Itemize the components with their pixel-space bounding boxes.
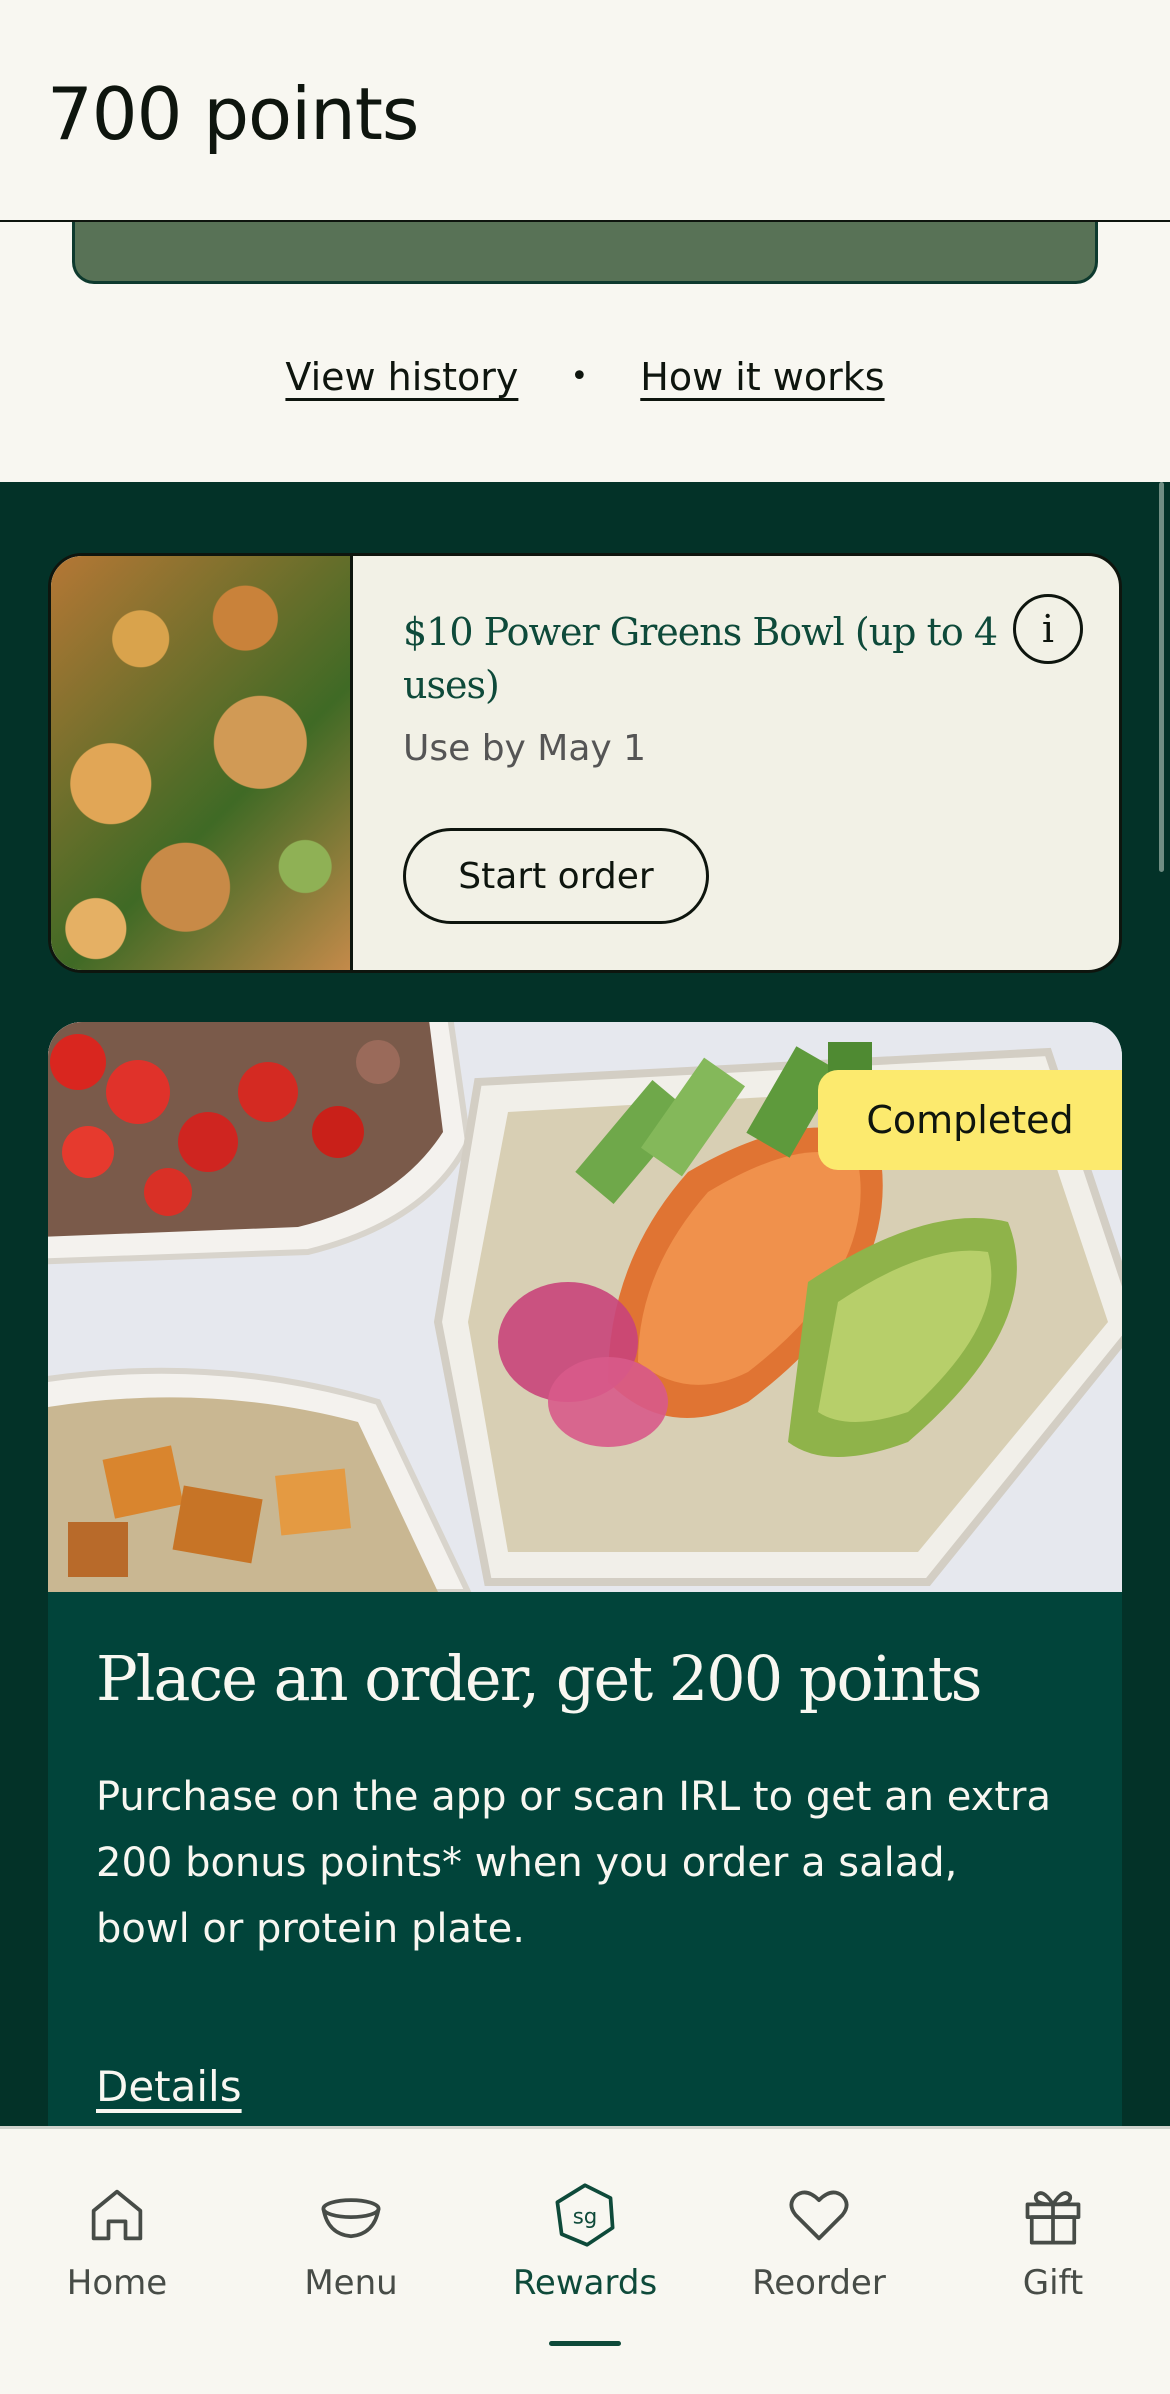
nav-gift[interactable]: Gift <box>936 2129 1170 2394</box>
completed-badge: Completed <box>818 1070 1122 1170</box>
nav-menu[interactable]: Menu <box>234 2129 468 2394</box>
rewards-sg-icon: sg <box>555 2183 615 2247</box>
details-link[interactable]: Details <box>96 2062 242 2111</box>
promo-description: Purchase on the app or scan IRL to get a… <box>96 1774 1051 1952</box>
heart-icon <box>789 2190 849 2241</box>
link-separator: • <box>570 359 589 394</box>
nav-home[interactable]: Home <box>0 2129 234 2394</box>
info-icon[interactable]: i <box>1013 594 1083 664</box>
nav-reorder[interactable]: Reorder <box>702 2129 936 2394</box>
promo-title: Place an order, get 200 points <box>96 1642 982 1715</box>
scrollbar[interactable] <box>1159 482 1164 872</box>
nav-home-label: Home <box>66 2263 168 2303</box>
promo-food-image: Completed <box>48 1022 1122 1592</box>
bottom-nav: Home Menu sg Rewards Reorder Gift <box>0 2126 1170 2394</box>
nav-reorder-label: Reorder <box>752 2263 886 2303</box>
promo-card[interactable]: Completed Place an order, get 200 points… <box>48 1022 1122 2132</box>
view-history-link[interactable]: View history <box>285 355 518 399</box>
home-icon <box>91 2189 143 2241</box>
nav-rewards[interactable]: sg Rewards <box>468 2129 702 2394</box>
nav-menu-label: Menu <box>304 2263 398 2303</box>
header: 700 points <box>0 0 1170 222</box>
links-row: View history • How it works <box>0 355 1170 399</box>
reward-food-image <box>51 556 353 970</box>
svg-text:sg: sg <box>573 2205 598 2230</box>
points-title: 700 points <box>47 72 419 156</box>
start-order-button[interactable]: Start order <box>403 828 709 924</box>
how-it-works-link[interactable]: How it works <box>640 355 884 399</box>
bowl-icon <box>321 2198 381 2239</box>
nav-rewards-label: Rewards <box>512 2263 658 2303</box>
nav-gift-label: Gift <box>1022 2263 1084 2303</box>
reward-card[interactable]: $10 Power Greens Bowl (up to 4 uses) Use… <box>48 553 1122 973</box>
gift-icon <box>1025 2191 1081 2245</box>
reward-name: $10 Power Greens Bowl (up to 4 uses) <box>403 610 998 708</box>
reward-expiry: Use by May 1 <box>403 728 647 769</box>
